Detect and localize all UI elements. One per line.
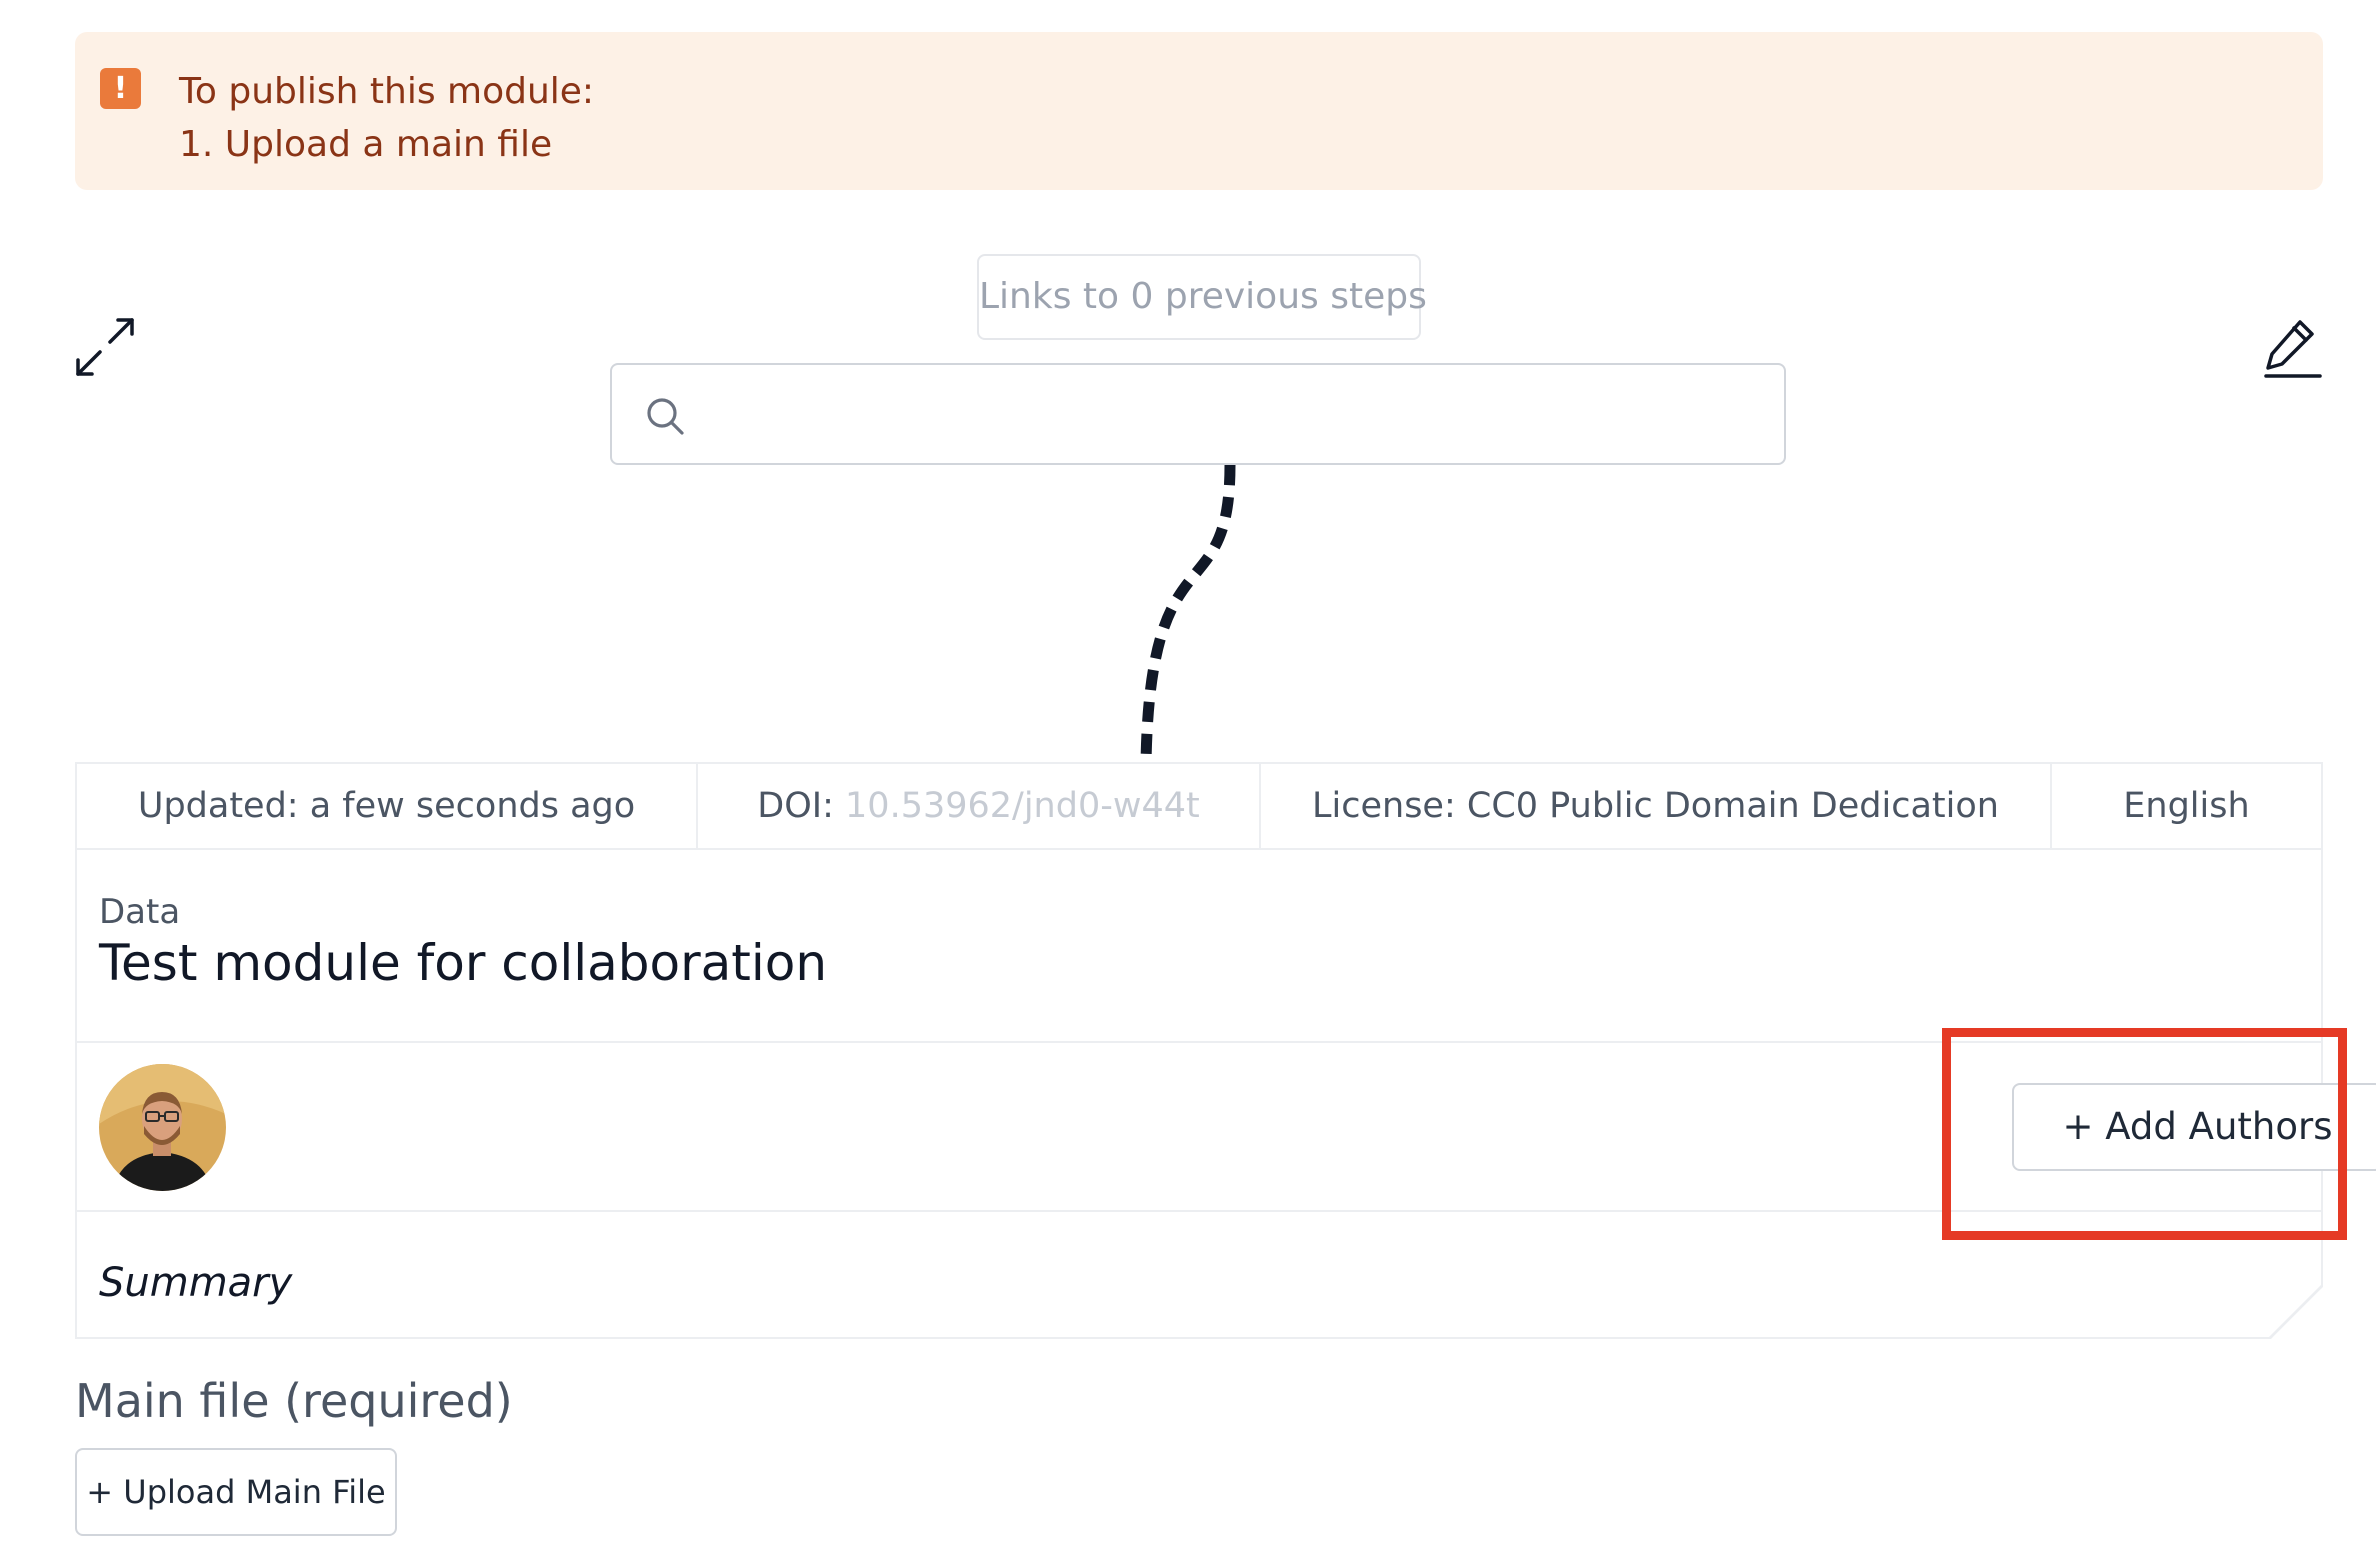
warning-icon: !: [100, 68, 141, 109]
module-editor-page: ! To publish this module: 1. Upload a ma…: [0, 0, 2376, 1547]
doi-label: DOI:: [757, 786, 834, 826]
search-box[interactable]: [610, 363, 1786, 465]
updated-text: Updated: a few seconds ago: [137, 786, 636, 826]
search-input[interactable]: [704, 365, 1764, 463]
highlight-box: [1942, 1028, 2347, 1240]
doi-link[interactable]: 10.53962/jnd0-w44t: [845, 786, 1200, 826]
summary-field[interactable]: Summary: [99, 1260, 292, 1306]
license-text[interactable]: License: CC0 Public Domain Dedication: [1259, 764, 2050, 848]
module-type-label: Data: [99, 892, 181, 932]
alert-step-item: 1. Upload a main file: [179, 124, 553, 165]
author-avatar[interactable]: [99, 1064, 226, 1191]
dashed-connector-line: [1140, 465, 1236, 763]
resize-corner-icon[interactable]: [2267, 1283, 2323, 1339]
module-meta-row: Updated: a few seconds ago DOI: 10.53962…: [77, 764, 2321, 850]
expand-arrows-icon[interactable]: [74, 316, 136, 378]
alert-title: To publish this module:: [179, 71, 595, 112]
pencil-icon[interactable]: [2260, 316, 2322, 378]
publish-requirements-alert: ! To publish this module: 1. Upload a ma…: [75, 32, 2323, 190]
previous-steps-links-badge[interactable]: Links to 0 previous steps: [977, 254, 1427, 340]
search-icon: [644, 395, 686, 437]
module-title[interactable]: Test module for collaboration: [99, 934, 827, 992]
doi-cell: DOI: 10.53962/jnd0-w44t: [696, 764, 1259, 848]
language-text[interactable]: English: [2050, 764, 2321, 848]
main-file-heading: Main file (required): [75, 1374, 513, 1428]
upload-main-file-button[interactable]: + Upload Main File: [75, 1448, 397, 1536]
